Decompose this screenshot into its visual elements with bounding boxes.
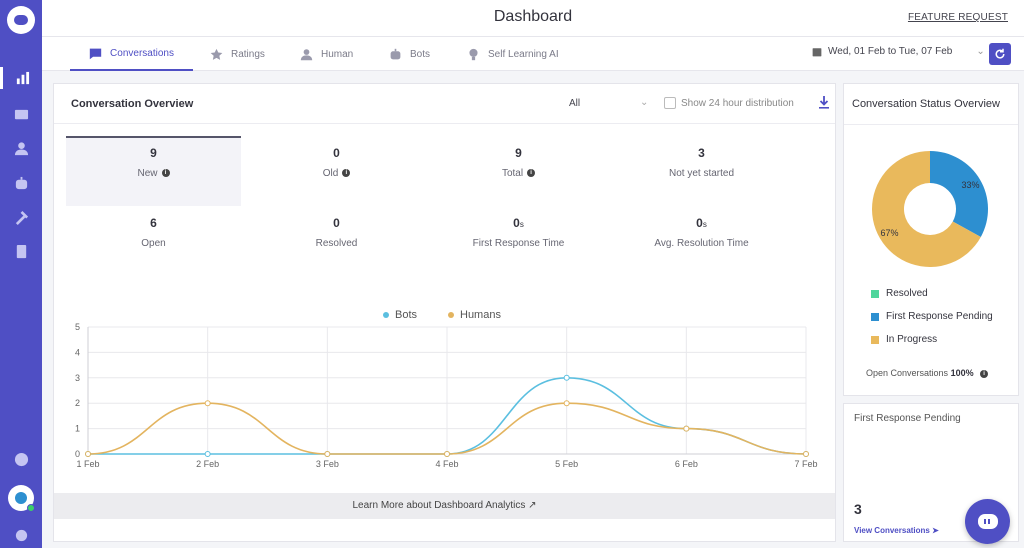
donut-slice-label: 67% [881, 228, 899, 238]
x-tick-label: 3 Feb [316, 459, 339, 469]
info-icon[interactable]: i [980, 369, 989, 378]
user-avatar[interactable] [8, 485, 35, 512]
divider [844, 124, 1018, 125]
series-humans-point [444, 451, 450, 457]
chevron-down-icon: ⌄ [976, 46, 985, 57]
y-tick-label: 0 [75, 449, 80, 459]
first-response-title: First Response Pending [854, 413, 961, 424]
donut-slice-first-response-pending[interactable] [930, 151, 988, 237]
legend-first-response-pending[interactable]: First Response Pending [871, 311, 993, 322]
series-humans-point [683, 425, 690, 432]
person-icon [300, 48, 313, 60]
y-tick-label: 4 [75, 347, 80, 357]
series-humans-point [324, 451, 331, 457]
contacts-icon[interactable] [0, 137, 42, 159]
top-bar: Dashboard FEATURE REQUEST [42, 0, 1024, 37]
legend-frp-swatch [871, 312, 879, 321]
chat-icon [89, 48, 102, 59]
legend-in-progress-label: In Progress [886, 334, 938, 345]
inbox-icon[interactable] [0, 103, 42, 125]
tab-self-learning-ai-label: Self Learning AI [488, 48, 559, 60]
feature-request-link[interactable]: FEATURE REQUEST [908, 12, 1008, 23]
sidebar [0, 0, 42, 548]
refresh-button[interactable] [989, 43, 1011, 65]
tab-conversations-label: Conversations [110, 47, 174, 59]
chat-icon [977, 514, 998, 529]
tab-conversations[interactable]: Conversations [70, 37, 193, 71]
learn-more-link[interactable]: Learn More about Dashboard Analytics ↗ [54, 493, 835, 519]
view-conversations-label: View Conversations [854, 526, 930, 535]
status-overview-title: Conversation Status Overview [852, 98, 1000, 110]
x-tick-label: 5 Feb [555, 459, 578, 469]
tab-bar: Conversations Ratings Human Bots Self Le… [42, 37, 1024, 71]
learn-more-label: Learn More about Dashboard Analytics [352, 500, 526, 511]
legend-resolved-swatch [871, 289, 879, 298]
first-response-count: 3 [854, 501, 862, 517]
reports-icon[interactable] [0, 240, 42, 262]
date-range-value: Wed, 01 Feb to Tue, 07 Feb [828, 46, 953, 57]
legend-frp-label: First Response Pending [886, 311, 993, 322]
refresh-icon [995, 48, 1005, 59]
legend-resolved-label: Resolved [886, 288, 928, 299]
y-tick-label: 3 [75, 373, 80, 383]
legend-resolved[interactable]: Resolved [871, 288, 928, 299]
external-link-icon: ↗ [528, 500, 537, 511]
analytics-icon[interactable] [0, 67, 42, 89]
tab-self-learning-ai[interactable]: Self Learning AI [467, 37, 559, 71]
x-tick-label: 2 Feb [196, 459, 219, 469]
tab-human-label: Human [321, 48, 354, 60]
help-icon[interactable] [0, 448, 42, 470]
status-donut-chart: 33% 67% [872, 151, 988, 267]
star-icon [210, 48, 223, 60]
bulb-icon [469, 48, 478, 60]
legend-in-progress[interactable]: In Progress [871, 334, 937, 345]
tab-ratings-label: Ratings [231, 48, 265, 60]
online-status-dot [27, 504, 35, 512]
y-tick-label: 1 [75, 424, 80, 434]
series-humans-point [803, 451, 809, 457]
y-tick-label: 5 [75, 322, 80, 332]
app-logo[interactable] [7, 6, 35, 34]
conversation-overview-card: Conversation Overview All ⌄ Show 24 hour… [53, 83, 836, 542]
donut-slice-label: 33% [961, 180, 979, 190]
bot-icon[interactable] [0, 172, 42, 194]
tab-human[interactable]: Human [300, 37, 353, 71]
open-conversations-value: 100% [950, 368, 974, 378]
page-title: Dashboard [493, 8, 573, 25]
y-tick-label: 2 [75, 398, 80, 408]
calendar-icon [812, 47, 822, 56]
series-bots-point [204, 451, 211, 457]
integrations-icon[interactable] [0, 206, 42, 228]
chat-widget-button[interactable] [965, 499, 1010, 544]
series-bots-point [563, 374, 570, 381]
tab-bots-label: Bots [410, 48, 431, 60]
legend-in-progress-swatch [871, 335, 879, 344]
open-conversations-label: Open Conversations [866, 368, 949, 378]
x-tick-label: 1 Feb [76, 459, 99, 469]
date-range-picker[interactable]: Wed, 01 Feb to Tue, 07 Feb ⌄ [812, 46, 985, 57]
arrow-right-icon: ➤ [932, 526, 939, 535]
bot-icon [390, 48, 401, 59]
series-humans-point [204, 400, 211, 407]
tab-bots[interactable]: Bots [389, 37, 430, 71]
series-humans-point [85, 451, 91, 457]
tab-ratings[interactable]: Ratings [210, 37, 265, 71]
open-conversations-summary: Open Conversations 100% i [866, 368, 989, 378]
x-tick-label: 7 Feb [794, 459, 817, 469]
settings-gear-icon[interactable] [0, 524, 42, 546]
status-overview-card: Conversation Status Overview 33% 67% Reso… [843, 83, 1019, 396]
x-tick-label: 4 Feb [435, 459, 458, 469]
series-humans-point [563, 400, 570, 407]
view-conversations-link[interactable]: View Conversations ➤ [854, 526, 939, 535]
x-tick-label: 6 Feb [675, 459, 698, 469]
conversation-line-chart: 0 1 2 3 4 5 1 Feb 2 Feb 3 Feb 4 Feb 5 Feb 6 Feb 7 Fe… [75, 322, 818, 469]
